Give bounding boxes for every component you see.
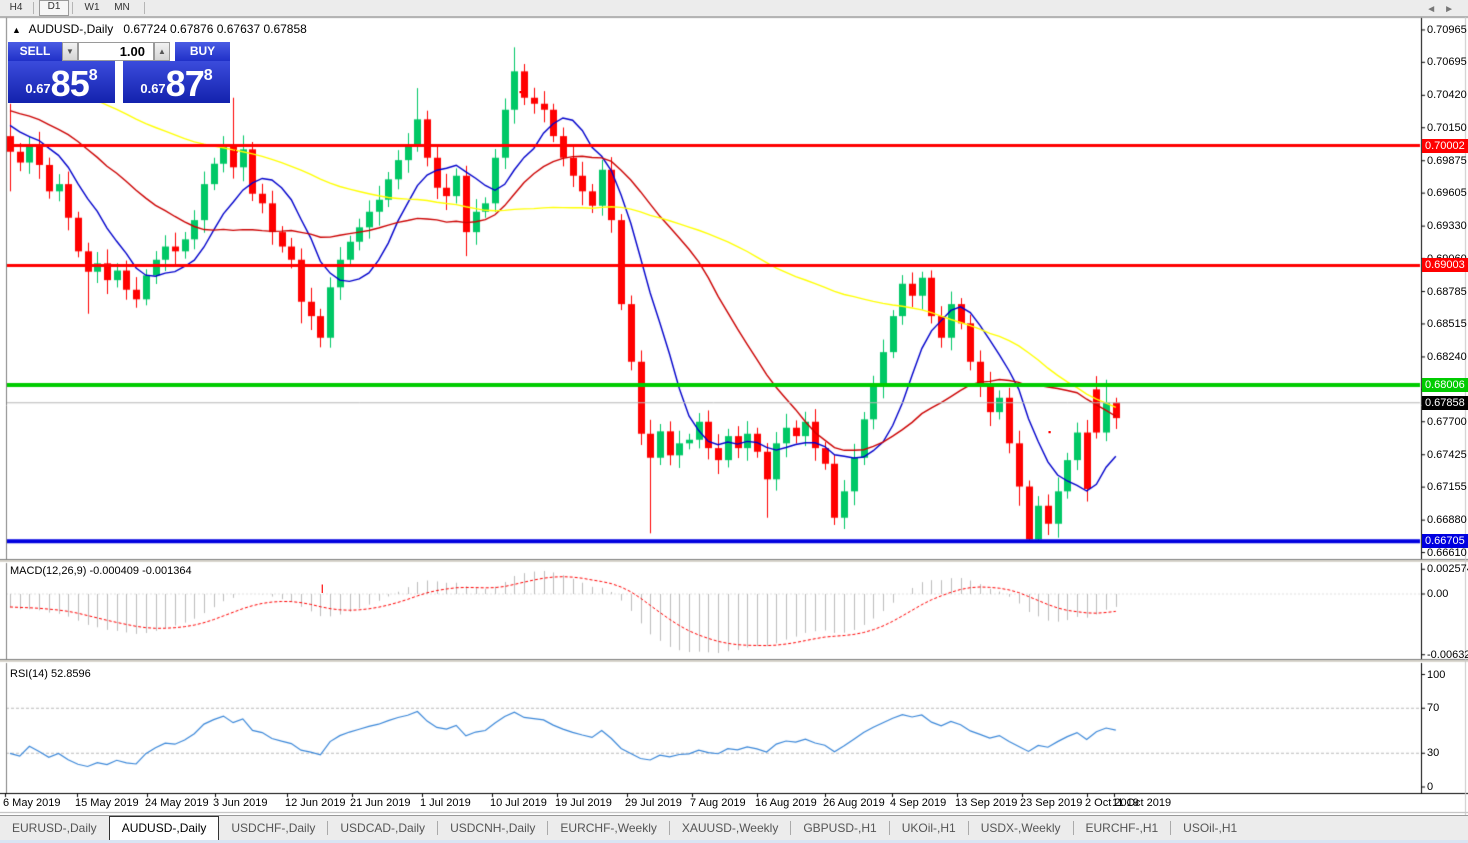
- price-level-badge: 0.67858: [1422, 395, 1468, 410]
- price-axis-label: 0.69605: [1427, 187, 1467, 200]
- macd-indicator-label: MACD(12,26,9) -0.000409 -0.001364: [10, 565, 192, 577]
- time-axis-label: 1 Jul 2019: [420, 797, 471, 809]
- time-axis-label: 15 May 2019: [75, 797, 139, 809]
- rsi-axis-label: 100: [1427, 668, 1446, 681]
- buy-button[interactable]: BUY: [175, 42, 230, 63]
- timeframe-h4-button[interactable]: H4: [2, 1, 30, 15]
- price-level-badge: 0.69003: [1422, 258, 1468, 273]
- time-axis-label: 12 Jun 2019: [285, 797, 346, 809]
- collapse-triangle-icon[interactable]: ▲: [12, 25, 21, 35]
- price-axis-label: 0.67700: [1427, 415, 1467, 428]
- toolbar-separator: [33, 2, 34, 14]
- chart-tab-usdx-weekly[interactable]: USDX-,Weekly: [969, 816, 1073, 841]
- time-axis-label: 23 Sep 2019: [1020, 797, 1083, 809]
- timeframe-mn-button[interactable]: MN: [108, 1, 136, 15]
- time-axis-label: 10 Jul 2019: [490, 797, 547, 809]
- buy-price-big-digits: 87: [165, 63, 205, 104]
- chart-tab-usdcnh-daily[interactable]: USDCNH-,Daily: [438, 816, 547, 841]
- price-level-badge: 0.70002: [1422, 138, 1468, 153]
- price-level-badge: 0.66705: [1422, 534, 1468, 549]
- toolbar-separator: [144, 2, 145, 14]
- macd-axis-label: 0.002574: [1427, 563, 1468, 576]
- chart-tab-eurchf-weekly[interactable]: EURCHF-,Weekly: [548, 816, 668, 841]
- macd-axis-label: -0.006326: [1427, 648, 1468, 661]
- price-axis-label: 0.70965: [1427, 23, 1467, 36]
- trade-marker-icon: |: [321, 583, 324, 593]
- trade-marker-icon: ▪: [519, 87, 523, 97]
- time-axis-label: 6 May 2019: [3, 797, 61, 809]
- time-axis-label: 11 Oct 2019: [1112, 797, 1172, 809]
- price-axis-label: 0.68785: [1427, 285, 1467, 298]
- timeframe-toolbar: H4 D1 W1 MN: [0, 0, 1468, 17]
- price-axis-label: 0.70150: [1427, 121, 1467, 134]
- sell-price-display[interactable]: 0.67 85 8: [8, 61, 115, 103]
- time-axis-label: 7 Aug 2019: [690, 797, 746, 809]
- chart-tab-eurusd-daily[interactable]: EURUSD-,Daily: [0, 816, 109, 841]
- price-axis-label: 0.70420: [1427, 89, 1467, 102]
- rsi-axis-label: 0: [1427, 781, 1434, 793]
- price-axis-label: 0.68240: [1427, 350, 1467, 363]
- price-axis-label: 0.69875: [1427, 154, 1467, 167]
- time-axis-label: 26 Aug 2019: [823, 797, 885, 809]
- time-axis-label: 29 Jul 2019: [625, 797, 682, 809]
- buy-price-display[interactable]: 0.67 87 8: [123, 61, 230, 103]
- chart-tab-xauusd-weekly[interactable]: XAUUSD-,Weekly: [670, 816, 790, 841]
- price-axis-label: 0.70695: [1427, 56, 1467, 69]
- price-axis-label: 0.67155: [1427, 481, 1467, 494]
- chart-tab-eurchf-h1[interactable]: EURCHF-,H1: [1074, 816, 1171, 841]
- chart-tab-ukoil-h1[interactable]: UKOil-,H1: [890, 816, 968, 841]
- chart-tab-usoil-h1[interactable]: USOil-,H1: [1171, 816, 1249, 841]
- tab-scroll-right-arrow[interactable]: ►: [1444, 4, 1462, 15]
- toolbar-separator: [72, 2, 73, 14]
- rsi-axis-label: 30: [1427, 747, 1440, 760]
- time-axis-label: 19 Jul 2019: [555, 797, 612, 809]
- trade-marker-icon: +: [233, 147, 239, 157]
- time-axis-label: 21 Jun 2019: [350, 797, 411, 809]
- chart-tab-gbpusd-h1[interactable]: GBPUSD-,H1: [791, 816, 888, 841]
- buy-price-prefix: 0.67: [140, 81, 166, 96]
- price-chart-canvas: [0, 0, 1468, 843]
- time-axis-label: 24 May 2019: [145, 797, 209, 809]
- symbol-name: AUDUSD-,Daily: [28, 22, 114, 36]
- time-axis-label: 4 Sep 2019: [890, 797, 947, 809]
- time-axis-label: 3 Jun 2019: [213, 797, 268, 809]
- price-axis-label: 0.66880: [1427, 514, 1467, 527]
- price-axis-label: 0.66610: [1427, 546, 1467, 559]
- buy-price-pip-digit: 8: [203, 67, 213, 84]
- chart-tab-usdchf-daily[interactable]: USDCHF-,Daily: [219, 816, 327, 841]
- price-level-badge: 0.68006: [1422, 378, 1468, 393]
- time-axis-label: 13 Sep 2019: [955, 797, 1018, 809]
- sell-price-big-digits: 85: [50, 63, 90, 104]
- chart-tab-usdcad-daily[interactable]: USDCAD-,Daily: [328, 816, 437, 841]
- price-axis-label: 0.67425: [1427, 448, 1467, 461]
- chart-symbol-header: ▲ AUDUSD-,Daily 0.67724 0.67876 0.67637 …: [12, 22, 307, 36]
- trade-marker-icon: ▪: [1048, 427, 1052, 437]
- chart-tab-bar: EURUSD-,Daily AUDUSD-,Daily USDCHF-,Daily U…: [0, 815, 1468, 841]
- chart-tab-audusd-daily[interactable]: AUDUSD-,Daily: [108, 816, 220, 841]
- sell-button[interactable]: SELL: [8, 42, 62, 63]
- tab-scroll-left-arrow[interactable]: ◄: [1426, 4, 1444, 15]
- macd-axis-label: 0.00: [1427, 588, 1449, 600]
- trade-marker-icon: ▪: [1094, 396, 1098, 406]
- price-axis-label: 0.69330: [1427, 220, 1467, 233]
- volume-input[interactable]: 1.00: [78, 42, 154, 61]
- sell-price-prefix: 0.67: [25, 81, 51, 96]
- volume-decrease-button[interactable]: ▼: [62, 42, 78, 61]
- one-click-trading-panel: SELL ▼ 1.00 ▲ BUY 0.67 85 8 0.67 87 8: [8, 42, 230, 103]
- tab-scroll-arrows: ◄►: [1426, 4, 1462, 15]
- symbol-ohlc-values: 0.67724 0.67876 0.67637 0.67858: [123, 22, 307, 36]
- price-axis-label: 0.68515: [1427, 317, 1467, 330]
- timeframe-d1-button[interactable]: D1: [39, 0, 69, 16]
- rsi-axis-label: 70: [1427, 702, 1440, 715]
- time-axis-label: 16 Aug 2019: [755, 797, 817, 809]
- sell-price-pip-digit: 8: [88, 67, 98, 84]
- volume-increase-button[interactable]: ▲: [154, 42, 170, 61]
- timeframe-w1-button[interactable]: W1: [78, 1, 106, 15]
- rsi-indicator-label: RSI(14) 52.8596: [10, 668, 91, 680]
